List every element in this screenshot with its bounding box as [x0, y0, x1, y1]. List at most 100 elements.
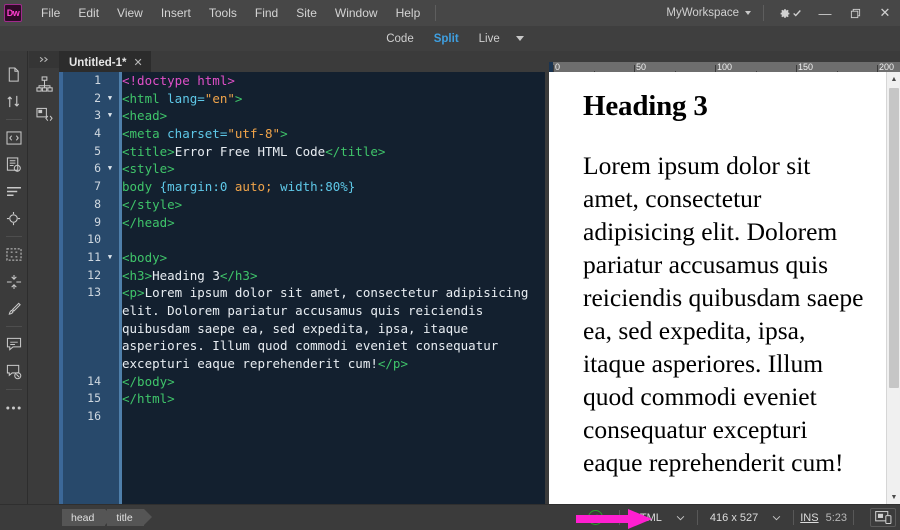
fold-toggle-icon[interactable]: ▼	[103, 249, 117, 267]
comment-icon[interactable]	[1, 331, 27, 358]
grid-icon[interactable]	[1, 241, 27, 268]
code-text[interactable]: <!doctype html>	[117, 72, 235, 90]
menu-edit[interactable]: Edit	[69, 2, 108, 24]
token-attr: charset=	[167, 126, 228, 142]
code-line[interactable]: 11 ▼ <body>	[59, 249, 545, 267]
dom-tree-icon[interactable]	[29, 71, 59, 98]
rail-divider-4	[5, 389, 22, 390]
code-line[interactable]: 12 <h3>Heading 3</h3>	[59, 267, 545, 285]
code-line[interactable]: 7 body {margin:0 auto; width:80%}	[59, 178, 545, 196]
window-restore-button[interactable]	[840, 0, 870, 26]
menubar-divider-2	[763, 5, 764, 21]
code-text[interactable]: <title>Error Free HTML Code</title>	[117, 143, 385, 161]
code-editor-pane[interactable]: 1 <!doctype html> 2 ▼ <html lang="en"> 3 ▼ <hea…	[59, 72, 545, 504]
validation-ok-icon[interactable]: ✓	[587, 510, 603, 525]
menu-site[interactable]: Site	[287, 2, 326, 24]
code-text[interactable]: <h3>Heading 3</h3>	[117, 267, 257, 285]
menu-window[interactable]: Window	[326, 2, 387, 24]
file-icon[interactable]	[1, 61, 27, 88]
brush-icon[interactable]	[1, 295, 27, 322]
window-close-button[interactable]: ✕	[870, 0, 900, 26]
code-view-icon[interactable]	[1, 124, 27, 151]
token-sel: body	[122, 179, 160, 195]
status-divider-1	[618, 510, 620, 525]
code-text[interactable]: <style>	[117, 160, 175, 178]
code-line[interactable]: 5 <title>Error Free HTML Code</title>	[59, 143, 545, 161]
scroll-down-icon[interactable]: ▼	[887, 490, 900, 504]
code-line[interactable]: 15 </html>	[59, 390, 545, 408]
code-line[interactable]: 9 </head>	[59, 214, 545, 232]
device-preview-icon[interactable]	[870, 508, 896, 527]
code-line[interactable]: 4 <meta charset="utf-8">	[59, 125, 545, 143]
code-line[interactable]: 13 <p>Lorem ipsum dolor sit amet, consect…	[59, 284, 545, 373]
status-divider-4	[853, 510, 854, 525]
list-icon[interactable]	[1, 178, 27, 205]
scroll-up-icon[interactable]: ▲	[887, 72, 900, 86]
doc-type-selector[interactable]: HTML	[626, 510, 691, 526]
code-text[interactable]: <meta charset="utf-8">	[117, 125, 288, 143]
fold-toggle-icon[interactable]: ▼	[103, 90, 117, 108]
code-line[interactable]: 8 </style>	[59, 196, 545, 214]
token-doc: <!doctype html>	[122, 73, 235, 88]
tag-breadcrumb: head title	[62, 509, 153, 526]
preview-scrollbar[interactable]: ▲ ▼	[886, 72, 900, 504]
window-minimize-button[interactable]: —	[810, 0, 840, 26]
fold-toggle-icon[interactable]: ▼	[103, 107, 117, 125]
live-preview-pane[interactable]: Heading 3 Lorem ipsum dolor sit amet, co…	[549, 72, 900, 504]
target-icon[interactable]	[1, 205, 27, 232]
token-tag: </html>	[122, 391, 175, 407]
more-options-icon[interactable]	[1, 394, 27, 421]
code-line[interactable]: 6 ▼ <style>	[59, 160, 545, 178]
code-text[interactable]: <html lang="en">	[117, 90, 242, 108]
insert-mode-toggle[interactable]: INS	[800, 512, 818, 524]
view-live-button[interactable]: Live	[469, 30, 510, 48]
document-tab-untitled-1[interactable]: Untitled-1* ✕	[59, 51, 151, 72]
chevron-down-icon	[676, 512, 685, 524]
line-number: 15	[87, 391, 101, 406]
code-text[interactable]: <body>	[117, 249, 167, 267]
code-text[interactable]: body {margin:0 auto; width:80%}	[117, 178, 355, 196]
code-line[interactable]: 3 ▼ <head>	[59, 107, 545, 125]
code-text[interactable]: </head>	[117, 214, 175, 232]
scrollbar-thumb[interactable]	[889, 88, 899, 388]
code-text[interactable]: <head>	[117, 107, 167, 125]
workspace-switcher[interactable]: MyWorkspace	[660, 4, 757, 22]
breadcrumb-head[interactable]: head	[62, 509, 114, 526]
menu-insert[interactable]: Insert	[152, 2, 200, 24]
fold-toggle-icon[interactable]: ▼	[103, 160, 117, 178]
code-line[interactable]: 2 ▼ <html lang="en">	[59, 90, 545, 108]
menu-view[interactable]: View	[108, 2, 152, 24]
view-options-chevron-icon[interactable]	[515, 36, 524, 41]
breadcrumb-title[interactable]: title	[107, 509, 153, 526]
ruler-label: 150	[798, 62, 814, 72]
menu-find[interactable]: Find	[246, 2, 287, 24]
code-text[interactable]	[117, 408, 130, 426]
view-split-button[interactable]: Split	[424, 30, 469, 48]
css-designer-icon[interactable]	[29, 101, 59, 128]
code-text[interactable]	[117, 231, 130, 249]
code-text[interactable]: <p>Lorem ipsum dolor sit amet, consectet…	[117, 284, 545, 373]
settings-sync-button[interactable]	[770, 7, 810, 20]
panel-collapse-toggle[interactable]	[29, 51, 59, 68]
menu-file[interactable]: File	[32, 2, 69, 24]
code-text[interactable]: </style>	[117, 196, 182, 214]
snap-icon[interactable]	[1, 268, 27, 295]
token-tag: </title>	[325, 143, 386, 159]
sort-icon[interactable]	[1, 88, 27, 115]
code-line[interactable]: 1 <!doctype html>	[59, 72, 545, 90]
token-tag: </head>	[122, 214, 175, 230]
code-lines-container[interactable]: 1 <!doctype html> 2 ▼ <html lang="en"> 3 ▼ <hea…	[59, 72, 545, 504]
code-text[interactable]: </body>	[117, 373, 175, 391]
code-line[interactable]: 10	[59, 231, 545, 249]
code-line[interactable]: 14 </body>	[59, 373, 545, 391]
code-text[interactable]: </html>	[117, 390, 175, 408]
menu-help[interactable]: Help	[387, 2, 430, 24]
comment-remove-icon[interactable]	[1, 358, 27, 385]
close-icon[interactable]: ✕	[134, 56, 143, 69]
menubar-right-group: MyWorkspace — ✕	[660, 0, 900, 26]
view-code-button[interactable]: Code	[376, 30, 424, 48]
dom-inspect-icon[interactable]	[1, 151, 27, 178]
menu-tools[interactable]: Tools	[200, 2, 246, 24]
code-line[interactable]: 16	[59, 408, 545, 426]
window-size-selector[interactable]: 416 x 527	[704, 510, 787, 526]
